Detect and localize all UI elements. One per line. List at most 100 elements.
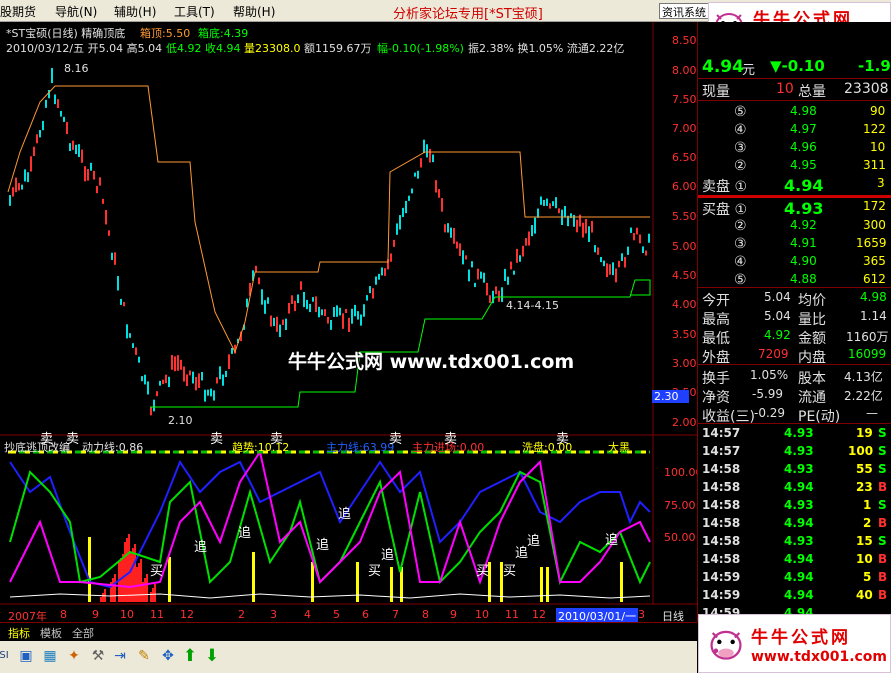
menu-item-navigate[interactable]: 导航(N) [55,3,97,20]
candle [468,269,470,282]
candle [507,276,509,285]
candle [117,276,119,291]
pen-icon[interactable]: ✎ [136,648,152,664]
candle [519,255,521,262]
candle [321,309,323,316]
tick-time: 14:58 [702,498,741,512]
bid-price: 4.93 [784,199,824,218]
box-bottom-label: 箱底:4.39 [198,27,249,40]
candle [477,268,479,280]
candle [396,223,398,235]
tick-row: 14:58 4.93 15 S [698,533,891,551]
bid-row: 买盘 ① 4.93 172 [698,198,891,218]
candle [156,391,158,397]
tick-price: 4.94 [784,570,814,584]
candle [84,166,86,182]
candle [105,209,107,225]
kline-chart[interactable]: *ST宝硕(日线) 精确顶底 箱顶:5.50 箱底:4.39 2010/03/1… [0,22,703,624]
candle [303,292,305,308]
candle [111,252,113,260]
tick-price: 4.94 [784,552,814,566]
monitor-icon[interactable]: ▣ [18,648,34,664]
indicator-bar [620,562,623,602]
candle [279,324,281,338]
tick-row: 14:58 4.93 1 S [698,497,891,515]
tick-row: 14:57 4.93 19 S [698,425,891,443]
stat-label: 最高 [702,312,730,328]
candle [471,261,473,268]
candle [528,231,530,246]
volume-info: 量23308.0 [244,42,301,55]
indicator-bar [128,534,130,602]
indicator-bar [114,574,116,602]
wrench-icon[interactable]: ⚒ [90,648,106,664]
tick-time: 14:58 [702,552,741,566]
candle [540,196,542,205]
import-icon[interactable]: ⇥ [112,648,128,664]
candle [480,271,482,279]
price-tick: 3.50 [672,328,697,341]
tick-price: 4.93 [784,444,814,458]
tab-all[interactable]: 全部 [72,625,94,641]
info-system-button[interactable]: 资讯系统 [659,3,711,19]
candle [525,238,527,246]
candle [99,177,101,186]
price-tick: 6.00 [672,180,697,193]
ohlc-info: 2010/03/12/五 开5.04 高5.04 [6,42,163,55]
menu-item-tools[interactable]: 工具(T) [174,3,215,20]
price-tick: 2.00 [672,416,697,429]
candle [459,243,461,257]
candle [57,99,59,108]
chart-icon[interactable]: ▦ [42,648,58,664]
candle [192,371,194,384]
bid-row: ③ 4.91 1659 [698,235,891,253]
candle [147,381,149,395]
candle [618,260,620,268]
quote-panel: 4.94 元 ▼-0.10 -1.98 现量 10 总量 23308 ⑤ 4.98… [697,22,891,622]
star-icon[interactable]: ✦ [66,648,82,664]
user-icon[interactable]: SI [0,648,12,664]
candle [408,195,410,201]
candle [576,219,578,233]
candle [582,222,584,238]
amount-info: 额1159.67万 [304,42,372,55]
indicator-bar [356,562,359,602]
ask-volume: 3 [877,176,885,190]
menu-item-help[interactable]: 帮助(H) [233,3,275,20]
candle [276,316,278,332]
indicator-bar [112,578,114,602]
menu-item-futures[interactable]: 股期货 [0,3,36,20]
tick-time: 14:58 [702,462,741,476]
candle [438,189,440,198]
bid-label: ④ [734,254,747,270]
stat-label: 换手 [702,371,730,387]
stat-value: 4.13亿 [844,370,883,384]
up-arrow-icon[interactable]: ⬆ [182,648,198,665]
candle [270,315,272,327]
candle [141,376,143,382]
candle [531,225,533,237]
search-icon[interactable]: ✥ [160,648,176,664]
candle [516,248,518,263]
candle [66,121,68,135]
down-arrow-icon[interactable]: ⬇ [204,648,220,665]
tick-price: 4.94 [784,588,814,602]
candle [453,227,455,244]
tick-side: S [878,426,887,440]
time-label-end: 3 [638,608,645,621]
menu-item-assist[interactable]: 辅助(H) [114,3,156,20]
indicator-bar [88,537,91,602]
indicator-bar [144,578,146,602]
candle [495,286,497,295]
tab-indicator[interactable]: 指标 [8,625,30,641]
tab-template[interactable]: 模板 [40,625,62,641]
bid-label: ② [734,218,747,234]
time-label: 11 [150,608,164,621]
ask-price: 4.96 [790,140,817,154]
stat-label: 最低 [702,331,730,347]
low-annotation: 2.10 [168,414,193,427]
bid-price: 4.90 [790,254,817,268]
ask-row: ⑤ 4.98 90 [698,103,891,121]
ask-volume: 90 [870,104,886,118]
candle [231,347,233,354]
